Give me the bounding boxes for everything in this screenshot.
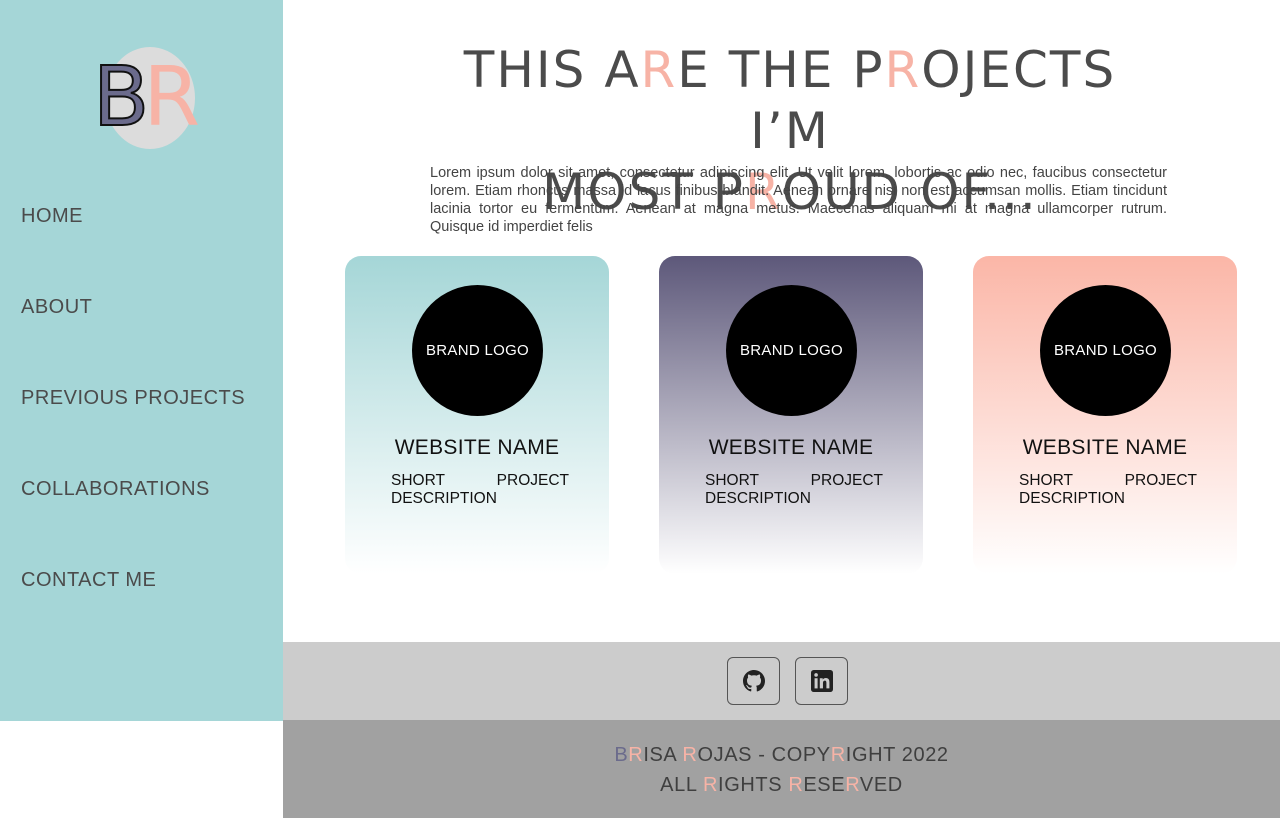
website-name: WEBSITE NAME — [708, 436, 874, 459]
sidebar: BR HOME ABOUT PREVIOUS PROJECTS COLLABOR… — [0, 0, 283, 721]
logo-text: BR — [92, 50, 200, 145]
project-description: SHORT PROJECT DESCRIPTION — [705, 472, 883, 507]
footer: BRISA ROJAS - COPYRIGHT 2022 ALL RIGHTS … — [283, 720, 1280, 818]
brand-logo-placeholder: BRAND LOGO — [726, 285, 857, 416]
project-description: SHORT PROJECT DESCRIPTION — [391, 472, 569, 507]
nav-item-contact-me[interactable]: CONTACT ME — [21, 560, 245, 651]
linkedin-button[interactable] — [795, 657, 848, 705]
nav-item-collaborations[interactable]: COLLABORATIONS — [21, 469, 245, 560]
brand-logo[interactable]: BR — [92, 47, 200, 149]
brand-logo-placeholder: BRAND LOGO — [412, 285, 543, 416]
nav-item-home[interactable]: HOME — [21, 196, 245, 287]
website-name: WEBSITE NAME — [394, 436, 560, 459]
main-nav: HOME ABOUT PREVIOUS PROJECTS COLLABORATI… — [21, 196, 245, 651]
website-name: WEBSITE NAME — [1022, 436, 1188, 459]
intro-text: Lorem ipsum dolor sit amet, consectetur … — [430, 165, 1167, 235]
nav-item-about[interactable]: ABOUT — [21, 287, 245, 378]
github-icon — [742, 670, 765, 692]
copyright-line: BRISA ROJAS - COPYRIGHT 2022 — [614, 744, 949, 766]
linkedin-icon — [810, 670, 833, 692]
rights-line: ALL RIGHTS RESERVED — [660, 774, 903, 796]
social-bar — [283, 642, 1280, 720]
project-card[interactable]: BRAND LOGO WEBSITE NAME SHORT PROJECT DES… — [973, 256, 1237, 574]
project-description: SHORT PROJECT DESCRIPTION — [1019, 472, 1197, 507]
github-button[interactable] — [727, 657, 780, 705]
nav-item-previous-projects[interactable]: PREVIOUS PROJECTS — [21, 378, 245, 469]
project-card[interactable]: BRAND LOGO WEBSITE NAME SHORT PROJECT DES… — [345, 256, 609, 574]
brand-logo-placeholder: BRAND LOGO — [1040, 285, 1171, 416]
project-card[interactable]: BRAND LOGO WEBSITE NAME SHORT PROJECT DES… — [659, 256, 923, 574]
